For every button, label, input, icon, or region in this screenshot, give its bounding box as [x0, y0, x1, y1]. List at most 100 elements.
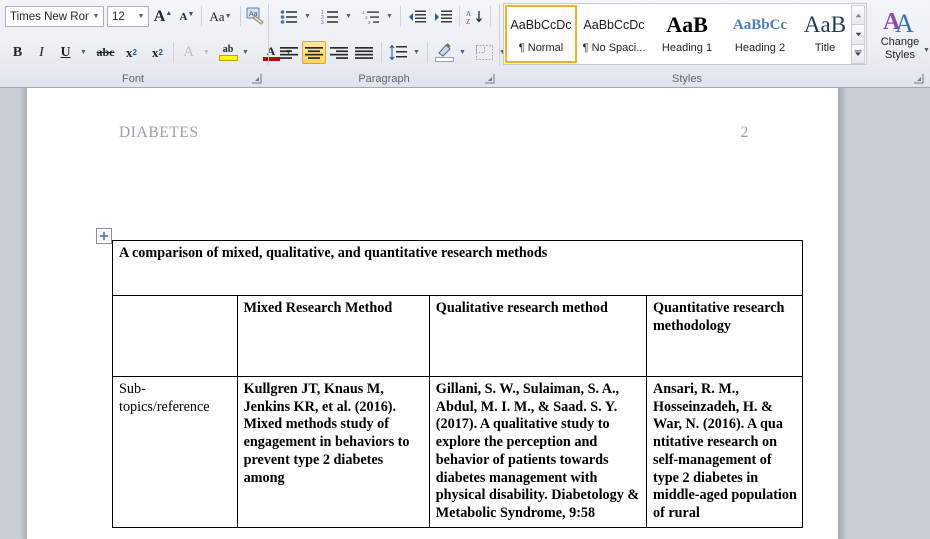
svg-text:3: 3: [321, 20, 324, 25]
align-right-button[interactable]: [327, 41, 351, 64]
styles-gallery-scroll: [851, 5, 865, 64]
style-preview: AaBbCcDc: [583, 17, 645, 32]
superscript-button[interactable]: x2: [145, 41, 170, 64]
grow-font-button[interactable]: A ▲: [152, 5, 174, 28]
decrease-indent-button[interactable]: [404, 5, 429, 28]
column-header-quantitative: Quantitative research methodology: [645, 295, 804, 377]
style-item-normal[interactable]: AaBbCcDc ¶ Normal: [505, 5, 577, 63]
document-page[interactable]: DIABETES 2 A comparison of mixed, qualit…: [27, 88, 838, 539]
underline-dropdown[interactable]: ▼: [77, 41, 90, 64]
header-running-title: DIABETES: [119, 124, 199, 141]
style-name: ¶ No Spaci...: [582, 41, 646, 54]
table-title-cell: A comparison of mixed, qualitative, and …: [112, 240, 803, 296]
column-header-qualitative: Qualitative research method: [428, 295, 647, 377]
svg-text:Z: Z: [466, 18, 470, 25]
shrink-font-button[interactable]: A ▼: [176, 5, 198, 28]
header-page-number: 2: [740, 124, 749, 141]
styles-scroll-down-button[interactable]: [851, 24, 865, 45]
style-item-no-spacing[interactable]: AaBbCcDc ¶ No Spaci...: [578, 5, 650, 63]
column-header-blank: [112, 295, 238, 377]
shading-icon: [438, 43, 451, 57]
align-right-icon: [330, 46, 348, 59]
underline-button[interactable]: U: [54, 41, 77, 64]
bold-button[interactable]: B: [6, 41, 29, 64]
align-left-button[interactable]: [277, 41, 301, 64]
chevron-down-icon: ▼: [224, 13, 232, 20]
line-spacing-dropdown[interactable]: ▼: [410, 41, 423, 64]
table-move-handle[interactable]: [96, 228, 112, 244]
highlight-color-swatch: [218, 55, 238, 61]
table-row[interactable]: Sub-topics/reference Kullgren JT, Knaus …: [112, 376, 804, 528]
multilevel-list-dropdown[interactable]: ▼: [383, 5, 396, 28]
style-preview: AaB: [666, 13, 708, 36]
table-row-title[interactable]: A comparison of mixed, qualitative, and …: [112, 240, 803, 296]
italic-icon: I: [39, 44, 44, 60]
font-dialog-launcher[interactable]: [251, 73, 262, 84]
chevron-down-icon: ▼: [242, 49, 249, 56]
font-size-value: 12: [112, 10, 125, 23]
font-name-value: Times New Rom: [10, 10, 89, 23]
chevron-down-icon: ▼: [459, 49, 466, 56]
text-highlight-dropdown[interactable]: ▼: [239, 41, 252, 64]
font-color-button[interactable]: [230, 40, 232, 42]
ribbon-group-paragraph: ▼ 1 2 3 ▼ 1 2 3 ▼ A Z ▼ ▼ Paragraph: [270, 0, 511, 87]
chevron-down-icon: ▼: [137, 13, 145, 20]
font-size-combo[interactable]: 12 ▼: [107, 6, 149, 27]
chevron-down-icon[interactable]: ▼: [923, 47, 930, 54]
row-label-subtopics: Sub-topics/reference: [112, 376, 238, 528]
change-styles-button[interactable]: A A Change Styles: [873, 3, 927, 65]
style-item-title[interactable]: AaB Title: [797, 5, 853, 63]
table-row-headers[interactable]: Mixed Research Method Qualitative resear…: [112, 295, 804, 377]
align-center-button[interactable]: [302, 41, 326, 64]
sort-icon: A Z: [466, 10, 482, 25]
clear-formatting-button[interactable]: Aa: [243, 4, 267, 28]
numbering-button[interactable]: 1 2 3: [318, 5, 342, 28]
document-area[interactable]: DIABETES 2 A comparison of mixed, qualit…: [0, 88, 930, 539]
chevron-down-icon: ▼: [386, 13, 393, 20]
paragraph-dialog-launcher[interactable]: [484, 73, 495, 84]
line-spacing-button[interactable]: [386, 41, 410, 64]
italic-button[interactable]: I: [30, 41, 53, 64]
text-effects-button[interactable]: A: [177, 41, 200, 64]
justify-button[interactable]: [352, 41, 376, 64]
shading-button[interactable]: [432, 40, 456, 65]
svg-text:A: A: [895, 9, 914, 35]
ribbon-group-styles: AaBbCcDc ¶ Normal AaBbCcDc ¶ No Spaci...…: [501, 0, 930, 87]
bullets-dropdown[interactable]: ▼: [301, 5, 314, 28]
borders-icon: [475, 45, 493, 60]
font-color-button-main[interactable]: [253, 40, 255, 42]
shrink-font-icon: A: [179, 10, 188, 23]
numbering-dropdown[interactable]: ▼: [342, 5, 355, 28]
numbering-icon: 1 2 3: [321, 10, 338, 25]
align-center-icon: [305, 46, 323, 59]
bullets-button[interactable]: [277, 5, 301, 28]
clear-formatting-icon: Aa: [246, 7, 264, 25]
decrease-indent-icon: [409, 10, 426, 22]
styles-dialog-launcher[interactable]: [913, 73, 924, 84]
multilevel-list-icon: 1 2 3: [362, 10, 379, 25]
ribbon-group-paragraph-label: Paragraph: [358, 73, 410, 85]
change-case-button[interactable]: Aa ▼: [205, 5, 239, 28]
styles-more-button[interactable]: [851, 43, 865, 64]
cell-quantitative-reference: Ansari, R. M., Hosseinzadeh, H. & War, N…: [645, 376, 804, 528]
svg-text:3: 3: [368, 20, 371, 25]
text-highlight-button[interactable]: ab: [216, 40, 240, 65]
comparison-table[interactable]: A comparison of mixed, qualitative, and …: [112, 240, 804, 528]
style-name: Title: [814, 41, 836, 54]
style-item-heading-1[interactable]: AaB Heading 1: [651, 5, 723, 63]
font-name-combo[interactable]: Times New Rom ▼: [5, 6, 104, 27]
chevron-down-icon: ▼: [413, 49, 420, 56]
subscript-button[interactable]: x2: [119, 41, 144, 64]
styles-scroll-up-button[interactable]: [851, 5, 865, 26]
justify-icon: [355, 46, 373, 59]
borders-button[interactable]: [472, 41, 496, 64]
strikethrough-button[interactable]: abc: [93, 41, 118, 64]
text-effects-dropdown[interactable]: ▼: [200, 41, 213, 64]
shading-dropdown[interactable]: ▼: [456, 41, 469, 64]
sort-button[interactable]: A Z: [463, 5, 487, 28]
increase-indent-button[interactable]: [430, 5, 455, 28]
multilevel-list-button[interactable]: 1 2 3: [359, 5, 383, 28]
chevron-down-icon: ▼: [304, 13, 311, 20]
style-item-heading-2[interactable]: AaBbCc Heading 2: [724, 5, 796, 63]
bullets-icon: [280, 9, 297, 24]
